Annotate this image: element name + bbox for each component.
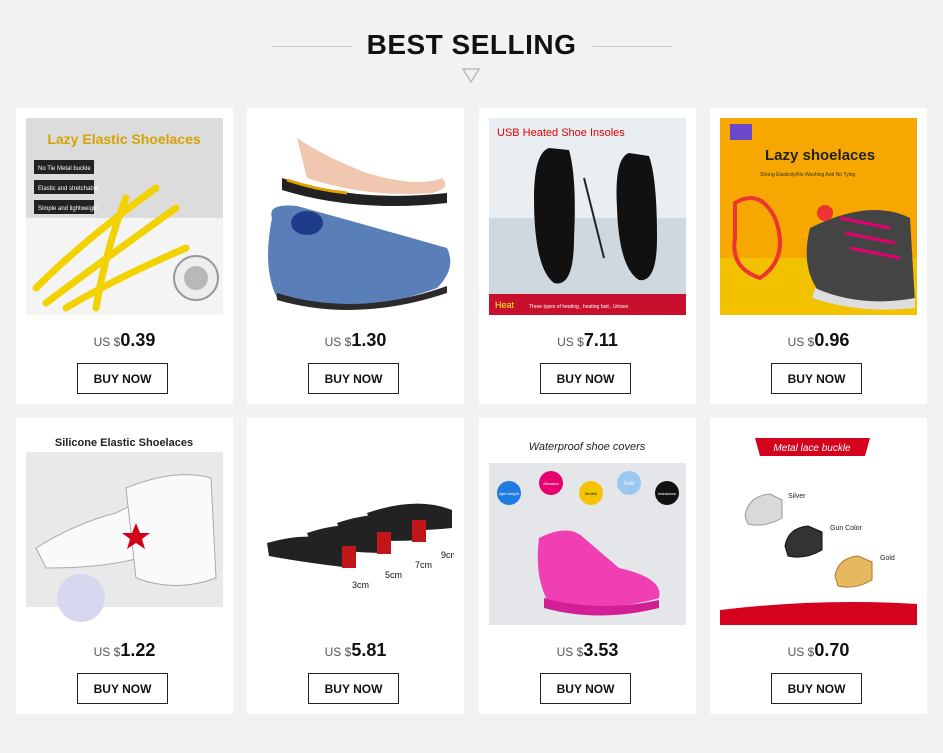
- down-triangle-icon: [462, 68, 480, 84]
- size-label: 3cm: [352, 580, 369, 590]
- size-label: 7cm: [415, 560, 432, 570]
- size-label: 9cm: [441, 550, 454, 560]
- product-image[interactable]: Silicone Elastic Shoelaces: [26, 428, 223, 625]
- product-card[interactable]: Lazy Elastic Shoelaces No Tie Metal buck…: [16, 108, 233, 404]
- feature-tag: Abrasion: [543, 481, 559, 486]
- feature-tag: resistance: [658, 491, 677, 496]
- product-image[interactable]: Waterproof shoe covers light weight Abra…: [489, 428, 686, 625]
- color-label: Gun Color: [830, 525, 863, 532]
- buy-now-button[interactable]: BUY NOW: [540, 673, 631, 704]
- product-image[interactable]: USB Heated Shoe Insoles Heat Three types…: [489, 118, 686, 315]
- image-title: Lazy Elastic Shoelaces: [47, 131, 201, 147]
- product-image[interactable]: Lazy Elastic Shoelaces No Tie Metal buck…: [26, 118, 223, 315]
- product-card[interactable]: USB Heated Shoe Insoles Heat Three types…: [479, 108, 696, 404]
- product-card[interactable]: 3cm 5cm 7cm 9cm US $5.81 BUY NOW: [247, 418, 464, 714]
- feature-tag: light weight: [499, 491, 520, 496]
- product-card[interactable]: US $1.30 BUY NOW: [247, 108, 464, 404]
- feature-tag: Fold: [624, 481, 634, 487]
- image-banner-right: Three types of heating , heating fast , …: [529, 304, 629, 310]
- buy-now-button[interactable]: BUY NOW: [771, 673, 862, 704]
- buy-now-button[interactable]: BUY NOW: [771, 363, 862, 394]
- size-label: 5cm: [385, 570, 402, 580]
- image-title: USB Heated Shoe Insoles: [497, 127, 625, 139]
- color-label: Gold: [880, 555, 895, 562]
- feature-tag: flexible: [585, 491, 598, 496]
- product-card[interactable]: Metal lace buckle Silver Gun Color Gold …: [710, 418, 927, 714]
- product-price: US $1.30: [324, 330, 387, 350]
- section-header: BEST SELLING: [0, 0, 943, 100]
- product-price: US $1.22: [93, 640, 156, 660]
- buy-now-button[interactable]: BUY NOW: [77, 363, 168, 394]
- product-image[interactable]: 3cm 5cm 7cm 9cm: [257, 428, 454, 625]
- buy-now-button[interactable]: BUY NOW: [77, 673, 168, 704]
- product-card[interactable]: Silicone Elastic Shoelaces US $1.22 BUY …: [16, 418, 233, 714]
- image-title: Waterproof shoe covers: [529, 441, 646, 453]
- product-price: US $0.39: [93, 330, 156, 350]
- image-title: Metal lace buckle: [773, 443, 851, 454]
- buy-now-button[interactable]: BUY NOW: [540, 363, 631, 394]
- product-price: US $0.70: [787, 640, 850, 660]
- section-title: BEST SELLING: [366, 29, 577, 60]
- product-price: US $7.11: [557, 330, 618, 350]
- product-image[interactable]: [257, 118, 454, 315]
- image-bullet: Simple and lightweight: [38, 206, 98, 212]
- image-bullet: Elastic and stretchable: [38, 186, 99, 192]
- image-banner-left: Heat: [495, 300, 515, 310]
- image-subtitle: Strong Elasticity/No Washing And No Tyin…: [760, 172, 856, 178]
- product-image[interactable]: Lazy shoelaces Strong Elasticity/No Wash…: [720, 118, 917, 315]
- image-title: Lazy shoelaces: [765, 147, 875, 164]
- product-price: US $3.53: [556, 640, 619, 660]
- product-card[interactable]: Waterproof shoe covers light weight Abra…: [479, 418, 696, 714]
- product-price: US $0.96: [787, 330, 850, 350]
- header-divider-right: [593, 46, 673, 47]
- buy-now-button[interactable]: BUY NOW: [308, 673, 399, 704]
- product-card[interactable]: Lazy shoelaces Strong Elasticity/No Wash…: [710, 108, 927, 404]
- color-label: Silver: [788, 493, 806, 500]
- image-title: Silicone Elastic Shoelaces: [55, 437, 193, 449]
- product-price: US $5.81: [324, 640, 387, 660]
- image-bullet: No Tie Metal buckle: [38, 166, 91, 172]
- product-image[interactable]: Metal lace buckle Silver Gun Color Gold: [720, 428, 917, 625]
- buy-now-button[interactable]: BUY NOW: [308, 363, 399, 394]
